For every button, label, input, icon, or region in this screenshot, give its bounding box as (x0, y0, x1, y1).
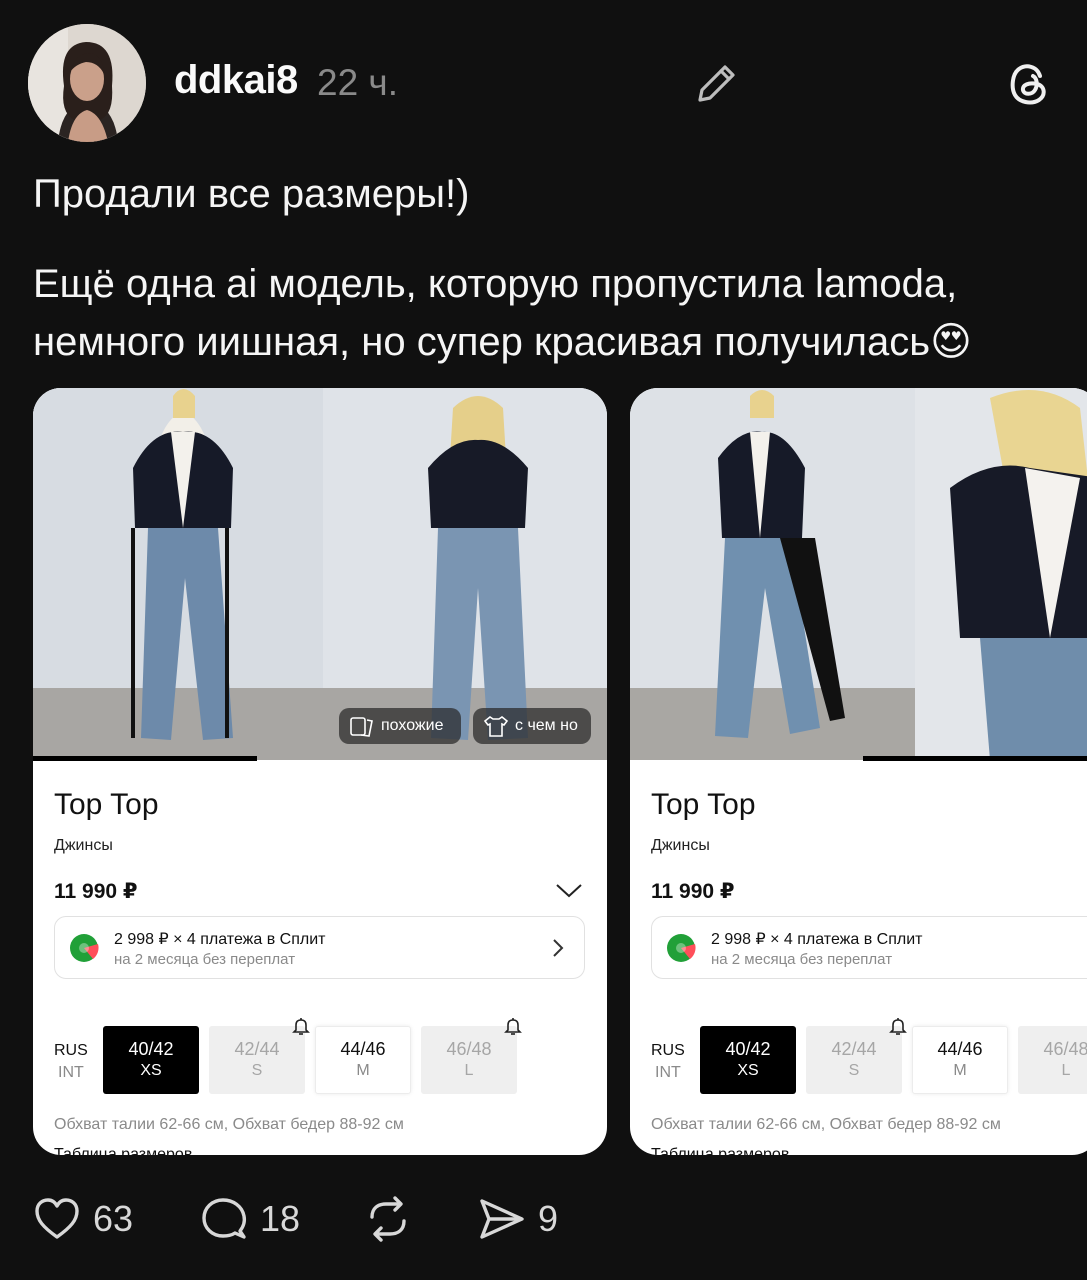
size-rus: 44/46 (340, 1039, 386, 1059)
size-option-unavailable[interactable]: 46/48 L (421, 1026, 517, 1094)
avatar[interactable] (28, 24, 146, 142)
size-option-available[interactable]: 44/46 M (315, 1026, 411, 1094)
split-payment-banner[interactable]: 2 998 ₽ × 4 платежа в Сплит на 2 месяца … (651, 916, 1087, 979)
avatar-image (28, 24, 146, 142)
comment-icon (202, 1198, 247, 1239)
split-title: 2 998 ₽ × 4 платежа в Сплит (114, 931, 326, 948)
bell-icon[interactable] (291, 1016, 311, 1036)
split-payment-banner[interactable]: 2 998 ₽ × 4 платежа в Сплит на 2 месяца … (54, 916, 585, 979)
product-price: 11 990 ₽ (651, 880, 735, 903)
chevron-right-icon (552, 938, 564, 958)
size-table-link[interactable]: Таблица размеров (54, 1146, 192, 1155)
heart-eyes-emoji: 😍 (930, 320, 972, 364)
similar-chip-label: похожие (381, 717, 444, 734)
cards-icon (350, 717, 373, 737)
pencil-icon[interactable] (694, 60, 740, 106)
product-price: 11 990 ₽ (54, 880, 138, 903)
product-image (33, 388, 607, 760)
shares-count: 9 (538, 1198, 559, 1239)
likes-count: 63 (93, 1198, 134, 1239)
product-category: Джинсы (54, 837, 113, 854)
size-rus-label: RUS (54, 1042, 88, 1059)
bell-icon[interactable] (888, 1016, 908, 1036)
gallery-progress (863, 756, 1087, 761)
size-int-label: INT (655, 1064, 681, 1081)
threads-logo-icon[interactable] (1004, 58, 1054, 108)
product-image (630, 388, 1087, 760)
size-rus: 40/42 (725, 1039, 771, 1059)
chevron-down-icon[interactable] (555, 882, 583, 900)
split-logo-icon (666, 933, 696, 963)
measurements-text: Обхват талии 62-66 см, Обхват бедер 88-9… (651, 1116, 1001, 1133)
brand-name[interactable]: Top Top (54, 788, 159, 822)
size-rus-label: RUS (651, 1042, 685, 1059)
post-text-body: Ещё одна ai модель, которую пропустила l… (33, 262, 958, 364)
split-subtitle: на 2 месяца без переплат (114, 951, 296, 968)
similar-chip[interactable]: похожие (339, 708, 461, 744)
size-int: M (356, 1062, 370, 1079)
like-button[interactable]: 63 (33, 1194, 133, 1244)
size-int: L (464, 1062, 474, 1079)
size-option-unavailable[interactable]: 46/48 L (1018, 1026, 1087, 1094)
product-category: Джинсы (651, 837, 710, 854)
wear-with-chip-label: с чем но (515, 717, 578, 734)
size-option-selected[interactable]: 40/42 XS (700, 1026, 796, 1094)
post-text-line1: Продали все размеры!) (33, 172, 470, 216)
gallery-progress (33, 756, 257, 761)
size-int: M (953, 1062, 967, 1079)
measurements-text: Обхват талии 62-66 см, Обхват бедер 88-9… (54, 1116, 404, 1133)
size-table-link[interactable]: Таблица размеров (651, 1146, 789, 1155)
size-option-selected[interactable]: 40/42 XS (103, 1026, 199, 1094)
comment-button[interactable]: 18 (200, 1194, 300, 1244)
size-system-labels: RUS INT (54, 1040, 88, 1084)
size-int: XS (140, 1062, 162, 1079)
post-time: 22 ч. (317, 62, 398, 103)
username[interactable]: ddkai8 (174, 58, 298, 103)
split-title: 2 998 ₽ × 4 платежа в Сплит (711, 931, 923, 948)
size-option-unavailable[interactable]: 42/44 S (209, 1026, 305, 1094)
size-rus: 46/48 (1043, 1039, 1087, 1059)
send-icon (480, 1199, 524, 1239)
size-option-unavailable[interactable]: 42/44 S (806, 1026, 902, 1094)
size-int: S (848, 1062, 860, 1079)
repost-icon (370, 1196, 406, 1242)
size-system-labels: RUS INT (651, 1040, 685, 1084)
size-rus: 42/44 (234, 1039, 280, 1059)
size-int: XS (737, 1062, 759, 1079)
size-rus: 40/42 (128, 1039, 174, 1059)
product-photo[interactable] (630, 388, 1087, 760)
split-subtitle: на 2 месяца без переплат (711, 951, 893, 968)
size-int-label: INT (58, 1064, 84, 1081)
size-rus: 42/44 (831, 1039, 877, 1059)
brand-name[interactable]: Top Top (651, 788, 756, 822)
share-button[interactable]: 9 (478, 1194, 558, 1244)
size-rus: 46/48 (446, 1039, 492, 1059)
wear-with-chip[interactable]: с чем но (473, 708, 591, 744)
bell-icon[interactable] (503, 1016, 523, 1036)
product-photo[interactable] (33, 388, 607, 760)
size-rus: 44/46 (937, 1039, 983, 1059)
size-int: L (1061, 1062, 1071, 1079)
split-logo-icon (69, 933, 99, 963)
size-option-available[interactable]: 44/46 M (912, 1026, 1008, 1094)
post-text-line2: Ещё одна ai модель, которую пропустила l… (33, 255, 1073, 371)
comments-count: 18 (260, 1198, 301, 1239)
size-int: S (251, 1062, 263, 1079)
repost-button[interactable] (364, 1194, 412, 1244)
heart-icon (35, 1198, 79, 1239)
product-card-2[interactable]: Top Top Джинсы 11 990 ₽ 2 998 ₽ × 4 плат… (630, 388, 1087, 1155)
outfit-icon (483, 716, 509, 737)
product-card-1[interactable]: похожие с чем но Top Top Джинсы 11 990 ₽… (33, 388, 607, 1155)
